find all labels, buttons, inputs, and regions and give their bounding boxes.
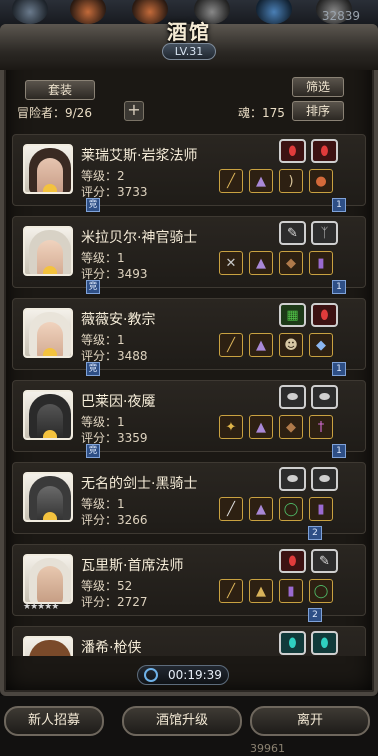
red-gem-icon[interactable]: ⬮ (311, 139, 338, 163)
rank-tag: 1 (332, 198, 346, 212)
boots-icon[interactable]: ▮ (309, 497, 333, 521)
red-gem-icon[interactable]: ⬮ (279, 549, 306, 573)
wand-icon[interactable]: ✦ (219, 415, 243, 439)
clock-icon (144, 668, 158, 682)
hero-card[interactable]: 米拉贝尔·神官骑士 等级：1 评分：3493 ✎ ᛉ ✕ ▲ ◆ ▮ (12, 216, 366, 288)
red-gem-icon[interactable]: ⬮ (279, 139, 306, 163)
arena-tag: 竞 (86, 444, 100, 458)
hero-name: 潘希·枪侠 (81, 640, 142, 656)
bow-icon[interactable]: ) (279, 169, 303, 193)
leave-button[interactable]: 离开 (250, 706, 370, 736)
rank-tag: 2 (308, 526, 322, 540)
cloak-icon[interactable]: ◆ (279, 251, 303, 275)
stone-icon[interactable]: ⬬ (279, 467, 306, 491)
hero-card[interactable]: 巴莱因·夜魇 等级：1 评分：3359 ⬬ ⬬ ✦ ▲ ◆ † (12, 380, 366, 452)
hero-level: 等级：1 (81, 251, 125, 265)
hero-name: 莱瑞艾斯·岩浆法师 (81, 148, 198, 164)
rank-tag: 1 (332, 444, 346, 458)
timer: 00:19:39 (137, 665, 229, 685)
cloak-icon[interactable]: ◆ (279, 415, 303, 439)
rank-tag: 1 (332, 280, 346, 294)
wing-icon[interactable]: ᛉ (311, 221, 338, 245)
page-title: 酒馆 (167, 20, 211, 44)
sort-button[interactable]: 排序 (292, 101, 344, 121)
boots-icon[interactable]: ▮ (309, 251, 333, 275)
stone-icon[interactable]: ⬬ (279, 385, 306, 409)
hero-score: 评分：3266 (81, 513, 148, 527)
arena-tag: 竞 (86, 198, 100, 212)
outfit-button[interactable]: 套装 (25, 80, 95, 100)
armor-icon[interactable]: ▲ (249, 333, 273, 357)
hero-card[interactable]: 潘希·枪侠 ⬮ ⬮ (12, 626, 366, 656)
tavern-level-badge: LV.31 (162, 43, 216, 60)
hero-card[interactable]: 无名的剑士·黑骑士 等级：1 评分：3266 ⬬ ⬬ ╱ ▲ ◯ ▮ (12, 462, 366, 534)
mask-icon[interactable]: ☻ (279, 333, 303, 357)
teal-gem-icon[interactable]: ⬮ (279, 631, 306, 655)
hero-score: 评分：2727 (81, 595, 148, 609)
feather-icon[interactable]: ✎ (279, 221, 306, 245)
hero-portrait (23, 308, 73, 358)
hammer-icon[interactable]: ✕ (219, 251, 243, 275)
hero-card[interactable]: 莱瑞艾斯·岩浆法师 等级：2 评分：3733 ⬮ ⬮ ╱ ▲ ) ● (12, 134, 366, 206)
stone-icon[interactable]: ⬬ (311, 385, 338, 409)
arena-tag: 竞 (86, 362, 100, 376)
timer-value: 00:19:39 (168, 668, 222, 682)
hero-name: 无名的剑士·黑骑士 (81, 476, 198, 492)
armor-icon[interactable]: ▲ (249, 415, 273, 439)
armor-icon[interactable]: ▲ (249, 169, 273, 193)
ring-icon[interactable]: ◯ (279, 497, 303, 521)
boots-icon[interactable]: ▮ (279, 579, 303, 603)
hero-level: 等级：1 (81, 415, 125, 429)
dagger-icon[interactable]: † (309, 415, 333, 439)
hero-portrait (23, 390, 73, 440)
book-icon[interactable]: ▦ (279, 303, 306, 327)
teal-gem-icon[interactable]: ⬮ (311, 631, 338, 655)
crystal-icon[interactable]: ◆ (309, 333, 333, 357)
hero-level: 等级：2 (81, 169, 125, 183)
hero-level: 等级：52 (81, 579, 133, 593)
staff-icon[interactable]: ╱ (219, 579, 243, 603)
add-adventurer-button[interactable]: + (124, 101, 144, 121)
hero-portrait (23, 554, 73, 604)
recruit-button[interactable]: 新人招募 (4, 706, 104, 736)
hero-portrait (23, 144, 73, 194)
hero-level: 等级：1 (81, 497, 125, 511)
hero-level: 等级：1 (81, 333, 125, 347)
hero-portrait (23, 472, 73, 522)
red-gem-icon[interactable]: ⬮ (311, 303, 338, 327)
rank-tag: 2 (308, 608, 322, 622)
filter-button[interactable]: 筛选 (292, 77, 344, 97)
hero-list[interactable]: 莱瑞艾斯·岩浆法师 等级：2 评分：3733 ⬮ ⬮ ╱ ▲ ) ● 竞 1 米… (12, 126, 366, 656)
staff-icon[interactable]: ╱ (219, 333, 243, 357)
staff-icon[interactable]: ╱ (219, 169, 243, 193)
armor-icon[interactable]: ▲ (249, 579, 273, 603)
arena-tag: 竞 (86, 280, 100, 294)
sword-icon[interactable]: ╱ (219, 497, 243, 521)
hero-card[interactable]: ★★★★★ 瓦里斯·首席法师 等级：52 评分：2727 ⬮ ✎ ╱ ▲ ▮ ◯ (12, 544, 366, 616)
hero-name: 薇薇安·教宗 (81, 312, 156, 328)
feather-icon[interactable]: ✎ (311, 549, 338, 573)
armor-icon[interactable]: ▲ (249, 251, 273, 275)
coin-count: 39961 (250, 742, 285, 755)
hero-name: 巴莱因·夜魇 (81, 394, 156, 410)
stone-icon[interactable]: ⬬ (311, 467, 338, 491)
hero-stars: ★★★★★ (23, 602, 59, 612)
rank-tag: 1 (332, 362, 346, 376)
hero-portrait (23, 636, 73, 656)
adventurer-count: 冒险者：9/26 (17, 106, 92, 120)
ring-icon[interactable]: ◯ (309, 579, 333, 603)
hero-name: 瓦里斯·首席法师 (81, 558, 184, 574)
hero-card[interactable]: 薇薇安·教宗 等级：1 评分：3488 ▦ ⬮ ╱ ▲ ☻ ◆ (12, 298, 366, 370)
hero-portrait (23, 226, 73, 276)
bag-icon[interactable]: ● (309, 169, 333, 193)
armor-icon[interactable]: ▲ (249, 497, 273, 521)
hero-name: 米拉贝尔·神官骑士 (81, 230, 198, 246)
upgrade-tavern-button[interactable]: 酒馆升级 (122, 706, 242, 736)
soul-count: 魂：175 (238, 106, 285, 120)
